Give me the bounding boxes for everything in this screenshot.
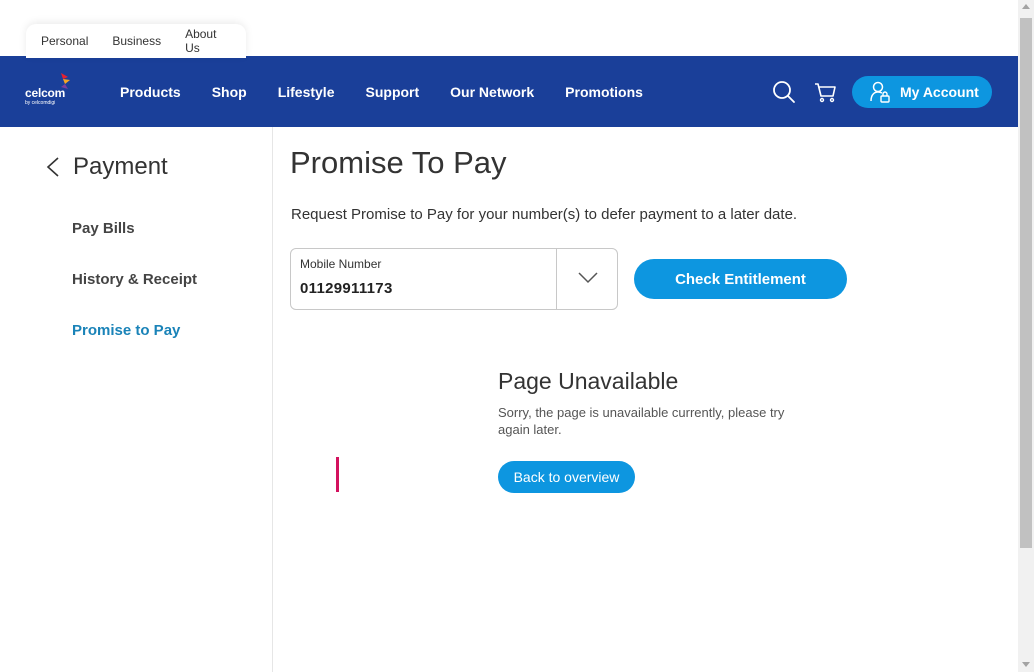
scroll-down-arrow-icon[interactable] [1022, 662, 1030, 667]
sidebar-item-pay-bills[interactable]: Pay Bills [72, 220, 135, 237]
my-account-button[interactable]: My Account [852, 76, 992, 108]
sidebar: Payment Pay Bills History & Receipt Prom… [0, 127, 273, 672]
unavailable-message: Sorry, the page is unavailable currently… [498, 405, 785, 437]
nav-our-network[interactable]: Our Network [450, 84, 534, 100]
logo-subtext: by celcomdigi [25, 100, 56, 106]
nav-shop[interactable]: Shop [212, 84, 247, 100]
cart-icon[interactable] [813, 80, 837, 104]
sidebar-item-promise-to-pay[interactable]: Promise to Pay [72, 322, 180, 339]
chevron-left-icon [46, 157, 59, 177]
check-entitlement-button[interactable]: Check Entitlement [634, 259, 847, 299]
segment-about-us[interactable]: About Us [185, 27, 222, 55]
nav-links: Products Shop Lifestyle Support Our Netw… [120, 56, 674, 127]
mobile-number-select[interactable]: Mobile Number 01129911173 [290, 248, 618, 310]
page-description: Request Promise to Pay for your number(s… [291, 206, 798, 223]
back-to-overview-button[interactable]: Back to overview [498, 461, 635, 493]
search-icon[interactable] [772, 80, 796, 104]
sidebar-title: Payment [73, 153, 168, 180]
scroll-up-arrow-icon[interactable] [1022, 4, 1030, 9]
user-lock-icon [870, 81, 890, 103]
my-account-label: My Account [900, 84, 979, 100]
segment-personal[interactable]: Personal [41, 34, 88, 48]
back-to-payment[interactable]: Payment [45, 153, 168, 181]
select-divider [556, 249, 557, 309]
nav-products[interactable]: Products [120, 84, 181, 100]
main-navbar: celcom by celcomdigi Products Shop Lifes… [0, 56, 1018, 127]
segment-tabs: Personal Business About Us [26, 24, 246, 58]
nav-support[interactable]: Support [366, 84, 420, 100]
scrollbar-thumb[interactable] [1020, 18, 1032, 548]
chevron-down-icon[interactable] [577, 271, 599, 285]
mobile-number-label: Mobile Number [300, 257, 382, 271]
nav-promotions[interactable]: Promotions [565, 84, 643, 100]
celcom-logo[interactable]: celcom by celcomdigi [25, 72, 75, 112]
segment-business[interactable]: Business [112, 34, 161, 48]
sidebar-item-history-receipt[interactable]: History & Receipt [72, 271, 197, 288]
logo-text: celcom [25, 86, 66, 100]
loading-indicator [336, 457, 339, 492]
nav-lifestyle[interactable]: Lifestyle [278, 84, 335, 100]
unavailable-title: Page Unavailable [498, 368, 679, 394]
page-title: Promise To Pay [290, 145, 507, 180]
mobile-number-value: 01129911173 [300, 280, 393, 297]
